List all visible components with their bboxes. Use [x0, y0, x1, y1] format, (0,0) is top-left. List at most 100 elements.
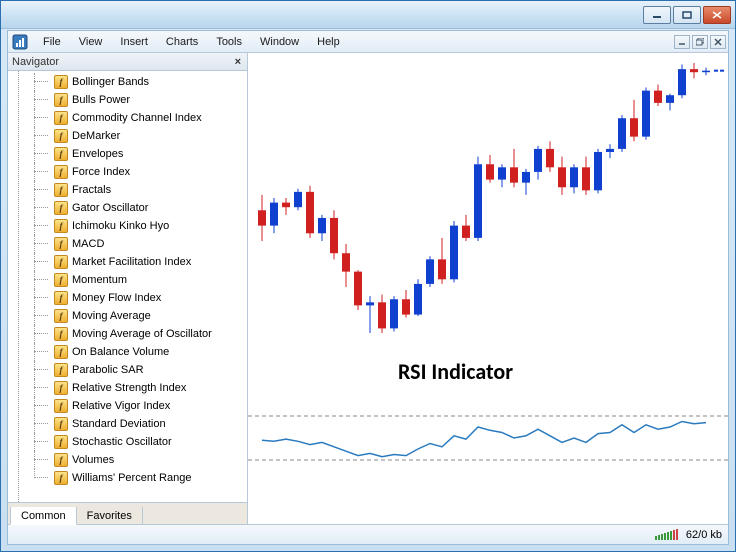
indicator-label: Moving Average of Oscillator [72, 328, 212, 340]
indicator-icon: f [54, 237, 68, 251]
app-icon [12, 34, 28, 50]
indicator-item[interactable]: fVolumes [8, 451, 247, 469]
indicator-item[interactable]: f Fractals [8, 181, 247, 199]
indicator-label: Bulls Power [72, 94, 130, 106]
indicator-item[interactable]: f DeMarker [8, 127, 247, 145]
indicator-item[interactable]: f Ichimoku Kinko Hyo [8, 217, 247, 235]
indicator-label: On Balance Volume [72, 346, 169, 358]
indicator-label: Force Index [72, 166, 130, 178]
menu-file[interactable]: File [34, 33, 70, 51]
window-minimize-button[interactable] [643, 6, 671, 24]
indicator-label: DeMarker [72, 130, 120, 142]
indicator-icon: f [54, 183, 68, 197]
indicator-icon: f [54, 381, 68, 395]
indicator-icon: f [54, 309, 68, 323]
indicator-item[interactable]: f Bulls Power [8, 91, 247, 109]
indicator-item[interactable]: f Momentum [8, 271, 247, 289]
indicator-item[interactable]: f MACD [8, 235, 247, 253]
indicator-item[interactable]: f Envelopes [8, 145, 247, 163]
titlebar[interactable] [1, 1, 735, 29]
indicator-label: Commodity Channel Index [72, 112, 202, 124]
indicator-label: Relative Strength Index [72, 382, 186, 394]
indicator-item[interactable]: fRelative Vigor Index [8, 397, 247, 415]
indicator-label: Money Flow Index [72, 292, 161, 304]
menu-help[interactable]: Help [308, 33, 349, 51]
indicator-item[interactable]: f Stochastic Oscillator [8, 433, 247, 451]
indicator-item[interactable]: f Bollinger Bands [8, 73, 247, 91]
indicator-icon: f [54, 111, 68, 125]
indicator-item[interactable]: fMoving Average of Oscillator [8, 325, 247, 343]
indicator-label: Fractals [72, 184, 111, 196]
indicator-icon: f [54, 201, 68, 215]
indicator-icon: f [54, 435, 68, 449]
indicator-label: Williams' Percent Range [72, 472, 191, 484]
indicator-item[interactable]: f Parabolic SAR [8, 361, 247, 379]
menu-view[interactable]: View [70, 33, 112, 51]
minimize-icon [678, 39, 686, 45]
menu-window[interactable]: Window [251, 33, 308, 51]
window-close-button[interactable] [703, 6, 731, 24]
tab-common[interactable]: Common [10, 507, 77, 525]
indicator-icon: f [54, 93, 68, 107]
indicator-icon: f [54, 471, 68, 485]
navigator-tabs: Common Favorites [8, 502, 247, 524]
indicator-label: Gator Oscillator [72, 202, 148, 214]
indicator-icon: f [54, 75, 68, 89]
menu-insert[interactable]: Insert [111, 33, 157, 51]
indicator-icon: f [54, 291, 68, 305]
workspace: Navigator × f Bollinger Bands f Bulls Power… [8, 53, 728, 524]
indicator-icon: f [54, 165, 68, 179]
tab-favorites[interactable]: Favorites [76, 507, 143, 525]
chart-canvas [248, 53, 728, 523]
indicator-label: Stochastic Oscillator [72, 436, 172, 448]
indicator-icon: f [54, 273, 68, 287]
mdi-restore-button[interactable] [692, 35, 708, 49]
menu-tools[interactable]: Tools [207, 33, 251, 51]
indicator-label: MACD [72, 238, 104, 250]
indicator-item[interactable]: f Gator Oscillator [8, 199, 247, 217]
indicator-item[interactable]: f Williams' Percent Range [8, 469, 247, 487]
indicator-label: Envelopes [72, 148, 123, 160]
indicator-label: Market Facilitation Index [72, 256, 191, 268]
maximize-icon [682, 11, 692, 19]
mdi-minimize-button[interactable] [674, 35, 690, 49]
indicator-label: Bollinger Bands [72, 76, 149, 88]
close-icon [714, 38, 722, 46]
navigator-tree[interactable]: f Bollinger Bands f Bulls Power f Commodity C… [8, 71, 247, 502]
indicator-icon: f [54, 219, 68, 233]
indicator-item[interactable]: f On Balance Volume [8, 343, 247, 361]
indicator-item[interactable]: f Standard Deviation [8, 415, 247, 433]
indicator-icon: f [54, 129, 68, 143]
navigator-title-label: Navigator [12, 56, 59, 68]
indicator-icon: f [54, 363, 68, 377]
indicator-label: Relative Vigor Index [72, 400, 170, 412]
indicator-label: Standard Deviation [72, 418, 166, 430]
indicator-icon: f [54, 147, 68, 161]
minimize-icon [652, 11, 662, 19]
navigator-close-button[interactable]: × [233, 56, 243, 68]
indicator-item[interactable]: f Relative Strength Index [8, 379, 247, 397]
indicator-item[interactable]: f Money Flow Index [8, 289, 247, 307]
indicator-label: Moving Average [72, 310, 151, 322]
chart-area[interactable]: RSI Indicator [248, 53, 728, 524]
navigator-title: Navigator × [8, 53, 247, 71]
indicator-item[interactable]: f Market Facilitation Index [8, 253, 247, 271]
menu-charts[interactable]: Charts [157, 33, 207, 51]
indicator-icon: f [54, 255, 68, 269]
indicator-icon: f [54, 417, 68, 431]
menubar: File View Insert Charts Tools Window Hel… [8, 31, 728, 53]
window-maximize-button[interactable] [673, 6, 701, 24]
indicator-label: Parabolic SAR [72, 364, 144, 376]
indicator-icon: f [54, 453, 68, 467]
connection-signal-icon [655, 529, 678, 540]
indicator-item[interactable]: f Moving Average [8, 307, 247, 325]
window-frame: File View Insert Charts Tools Window Hel… [0, 0, 736, 552]
indicator-label: Ichimoku Kinko Hyo [72, 220, 169, 232]
indicator-label: Momentum [72, 274, 127, 286]
indicator-item[interactable]: f Commodity Channel Index [8, 109, 247, 127]
indicator-item[interactable]: f Force Index [8, 163, 247, 181]
restore-icon [696, 38, 704, 46]
mdi-close-button[interactable] [710, 35, 726, 49]
indicator-icon: f [54, 345, 68, 359]
rsi-annotation: RSI Indicator [398, 358, 513, 385]
